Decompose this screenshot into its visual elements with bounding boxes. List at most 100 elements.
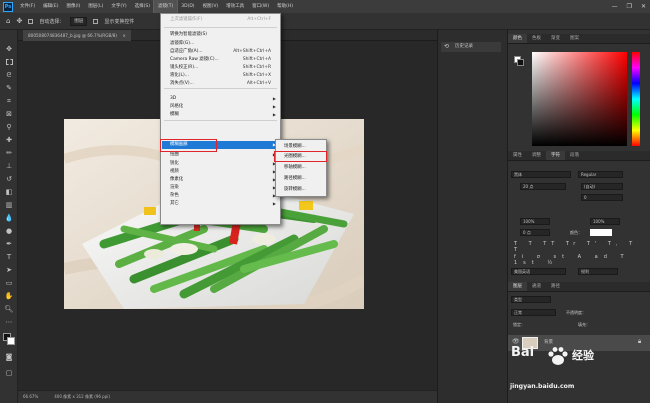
filter-menu-item[interactable]: 镜头校正(R)... Shift+Ctrl+R	[162, 64, 279, 72]
background-color-swatch[interactable]	[7, 337, 15, 345]
auto-select-checkbox[interactable]	[28, 18, 34, 24]
font-family-select[interactable]: 黑体	[511, 171, 571, 178]
hand-tool-icon[interactable]: ✋	[4, 291, 14, 301]
blur-tool-icon[interactable]: 💧	[4, 213, 14, 223]
submenu-item[interactable]: 移轴模糊...	[277, 164, 325, 172]
text-style-buttons[interactable]: T T TT Tr T' T, T T	[514, 241, 650, 253]
filter-menu-item[interactable]: 消失点(V)... Alt+Ctrl+V	[162, 80, 279, 88]
color-picker-field[interactable]	[532, 52, 627, 146]
menu-10[interactable]: 增效工具	[222, 0, 248, 13]
menu-5[interactable]: 文字(Y)	[107, 0, 130, 13]
tab-channels[interactable]: 通道	[527, 282, 546, 291]
opentype-buttons[interactable]: fi σ st A ad T 1st ½	[514, 254, 650, 266]
blend-mode-select[interactable]: 正常	[511, 309, 556, 316]
tab-patterns[interactable]: 图案	[565, 34, 584, 43]
filter-menu-item[interactable]: 杂色▶	[162, 192, 279, 200]
zoom-level[interactable]: 66.67%	[23, 391, 38, 403]
move-tool-icon[interactable]: ✥	[16, 17, 22, 25]
tab-paths[interactable]: 路径	[546, 282, 565, 291]
show-transform-checkbox[interactable]	[93, 18, 99, 24]
menu-6[interactable]: 选择(S)	[131, 0, 154, 13]
menu-2[interactable]: 编辑(E)	[39, 0, 62, 13]
tab-gradients[interactable]: 渐变	[546, 34, 565, 43]
filter-menu-item[interactable]: 上次滤镜操作(F) Alt+Ctrl+F	[162, 16, 279, 24]
more-tools-icon[interactable]: ⋯	[4, 317, 14, 327]
visibility-eye-icon[interactable]: 👁︎	[512, 338, 520, 345]
gradient-icon[interactable]: ▥	[4, 200, 14, 210]
filter-menu-item[interactable]: 其它 ▶	[162, 200, 279, 208]
layer-kind-filter[interactable]: 类型	[511, 296, 551, 303]
history-panel-button[interactable]: ⟲ 历史记录	[441, 42, 501, 52]
minimize-icon[interactable]: —	[612, 0, 618, 13]
menu-8[interactable]: 3D(D)	[177, 0, 198, 13]
menu-7[interactable]: 滤镜(T)	[152, 0, 179, 14]
rectangle-tool-icon[interactable]: ▭	[4, 278, 14, 288]
healing-brush-icon[interactable]: ✚	[4, 135, 14, 145]
quick-select-icon[interactable]: ✎	[4, 83, 14, 93]
tracking-field[interactable]: 0	[581, 194, 623, 201]
menu-9[interactable]: 视图(V)	[199, 0, 223, 13]
anti-alias-select[interactable]: 锐利	[578, 268, 618, 275]
font-size-field[interactable]: 20 点	[520, 183, 566, 190]
tab-color[interactable]: 颜色	[508, 34, 527, 43]
tab-character[interactable]: 字符	[546, 151, 565, 160]
baseline-shift-field[interactable]: 0 点	[520, 229, 550, 236]
zoom-tool-icon[interactable]: 🔍︎	[4, 304, 14, 314]
close-tab-icon[interactable]: ×	[122, 33, 126, 38]
screen-mode-icon[interactable]: ▢	[4, 368, 14, 378]
tab-layers[interactable]: 图层	[508, 282, 527, 291]
filter-menu-item[interactable]: 液化(L)... Shift+Ctrl+X	[162, 72, 279, 80]
close-icon[interactable]: ✕	[641, 0, 646, 13]
filter-menu-item[interactable]: 自适应广角(A)... Alt+Shift+Ctrl+A	[162, 48, 279, 56]
type-tool-icon[interactable]: T	[4, 252, 14, 262]
text-color-swatch[interactable]	[590, 229, 612, 236]
panel-background-swatch[interactable]	[517, 59, 524, 66]
submenu-item[interactable]: 路径模糊...	[277, 175, 325, 183]
language-select[interactable]: 美国英语	[511, 268, 566, 275]
menu-1[interactable]: 文件(F)	[16, 0, 39, 13]
filter-menu-item[interactable]: 模糊 ▶	[162, 111, 279, 119]
layer-select-dropdown[interactable]: 图层	[70, 16, 88, 26]
brush-tool-icon[interactable]: ✏	[4, 148, 14, 158]
filter-menu-item[interactable]: 视频▶	[162, 168, 279, 176]
tab-adjustments[interactable]: 调整	[527, 151, 546, 160]
home-icon[interactable]: ⌂	[6, 17, 10, 25]
hue-slider[interactable]	[632, 52, 640, 146]
dodge-tool-icon[interactable]: ●	[4, 226, 14, 236]
eyedropper-icon[interactable]: ⚲	[4, 122, 14, 132]
move-tool-icon[interactable]: ✥	[4, 44, 14, 54]
menu-11[interactable]: 窗口(W)	[248, 0, 273, 13]
filter-menu-item[interactable]: 像素化▶	[162, 176, 279, 184]
lasso-tool-icon[interactable]: ᘓ	[4, 70, 14, 80]
restore-icon[interactable]: ❐	[627, 0, 632, 13]
tab-paragraph[interactable]: 段落	[565, 151, 584, 160]
crop-tool-icon[interactable]: ⌗	[4, 96, 14, 106]
quick-mask-icon[interactable]: ◙	[4, 352, 14, 362]
filter-menu-item[interactable]: 转换为智能滤镜(S)	[162, 31, 279, 39]
menu-12[interactable]: 帮助(H)	[273, 0, 297, 13]
path-select-icon[interactable]: ➤	[4, 265, 14, 275]
font-style-select[interactable]: Regular	[578, 171, 623, 178]
marquee-tool-icon[interactable]	[4, 57, 14, 67]
filter-menu-item[interactable]: 风格化 ▶	[162, 103, 279, 111]
horizontal-scale-field[interactable]: 100%	[590, 218, 620, 225]
filter-menu-item[interactable]: 扭曲▶	[162, 151, 279, 159]
frame-tool-icon[interactable]: ⊠	[4, 109, 14, 119]
clone-stamp-icon[interactable]: ⊥	[4, 161, 14, 171]
leading-field[interactable]: (自动)	[581, 183, 623, 190]
eraser-icon[interactable]: ◧	[4, 187, 14, 197]
pen-tool-icon[interactable]: ✒	[4, 239, 14, 249]
submenu-item[interactable]: 旋转模糊...	[277, 186, 325, 194]
menu-4[interactable]: 图层(L)	[84, 0, 107, 13]
menu-3[interactable]: 图像(I)	[62, 0, 84, 13]
submenu-item[interactable]: 场景模糊...	[277, 143, 325, 151]
filter-menu-item[interactable]: 滤镜库(G)...	[162, 40, 279, 48]
document-tab[interactable]: 800508074836487_b.jpg @ 66.7%(RGB/8) ×	[23, 30, 131, 41]
filter-menu-item[interactable]: Camera Raw 滤镜(C)... Shift+Ctrl+A	[162, 56, 279, 64]
tab-properties[interactable]: 属性	[508, 151, 527, 160]
history-brush-icon[interactable]: ↺	[4, 174, 14, 184]
filter-menu-item[interactable]: 锐化▶	[162, 160, 279, 168]
filter-menu-item[interactable]: 3D ▶	[162, 95, 279, 103]
vertical-scale-field[interactable]: 100%	[520, 218, 550, 225]
tab-swatches[interactable]: 色板	[527, 34, 546, 43]
